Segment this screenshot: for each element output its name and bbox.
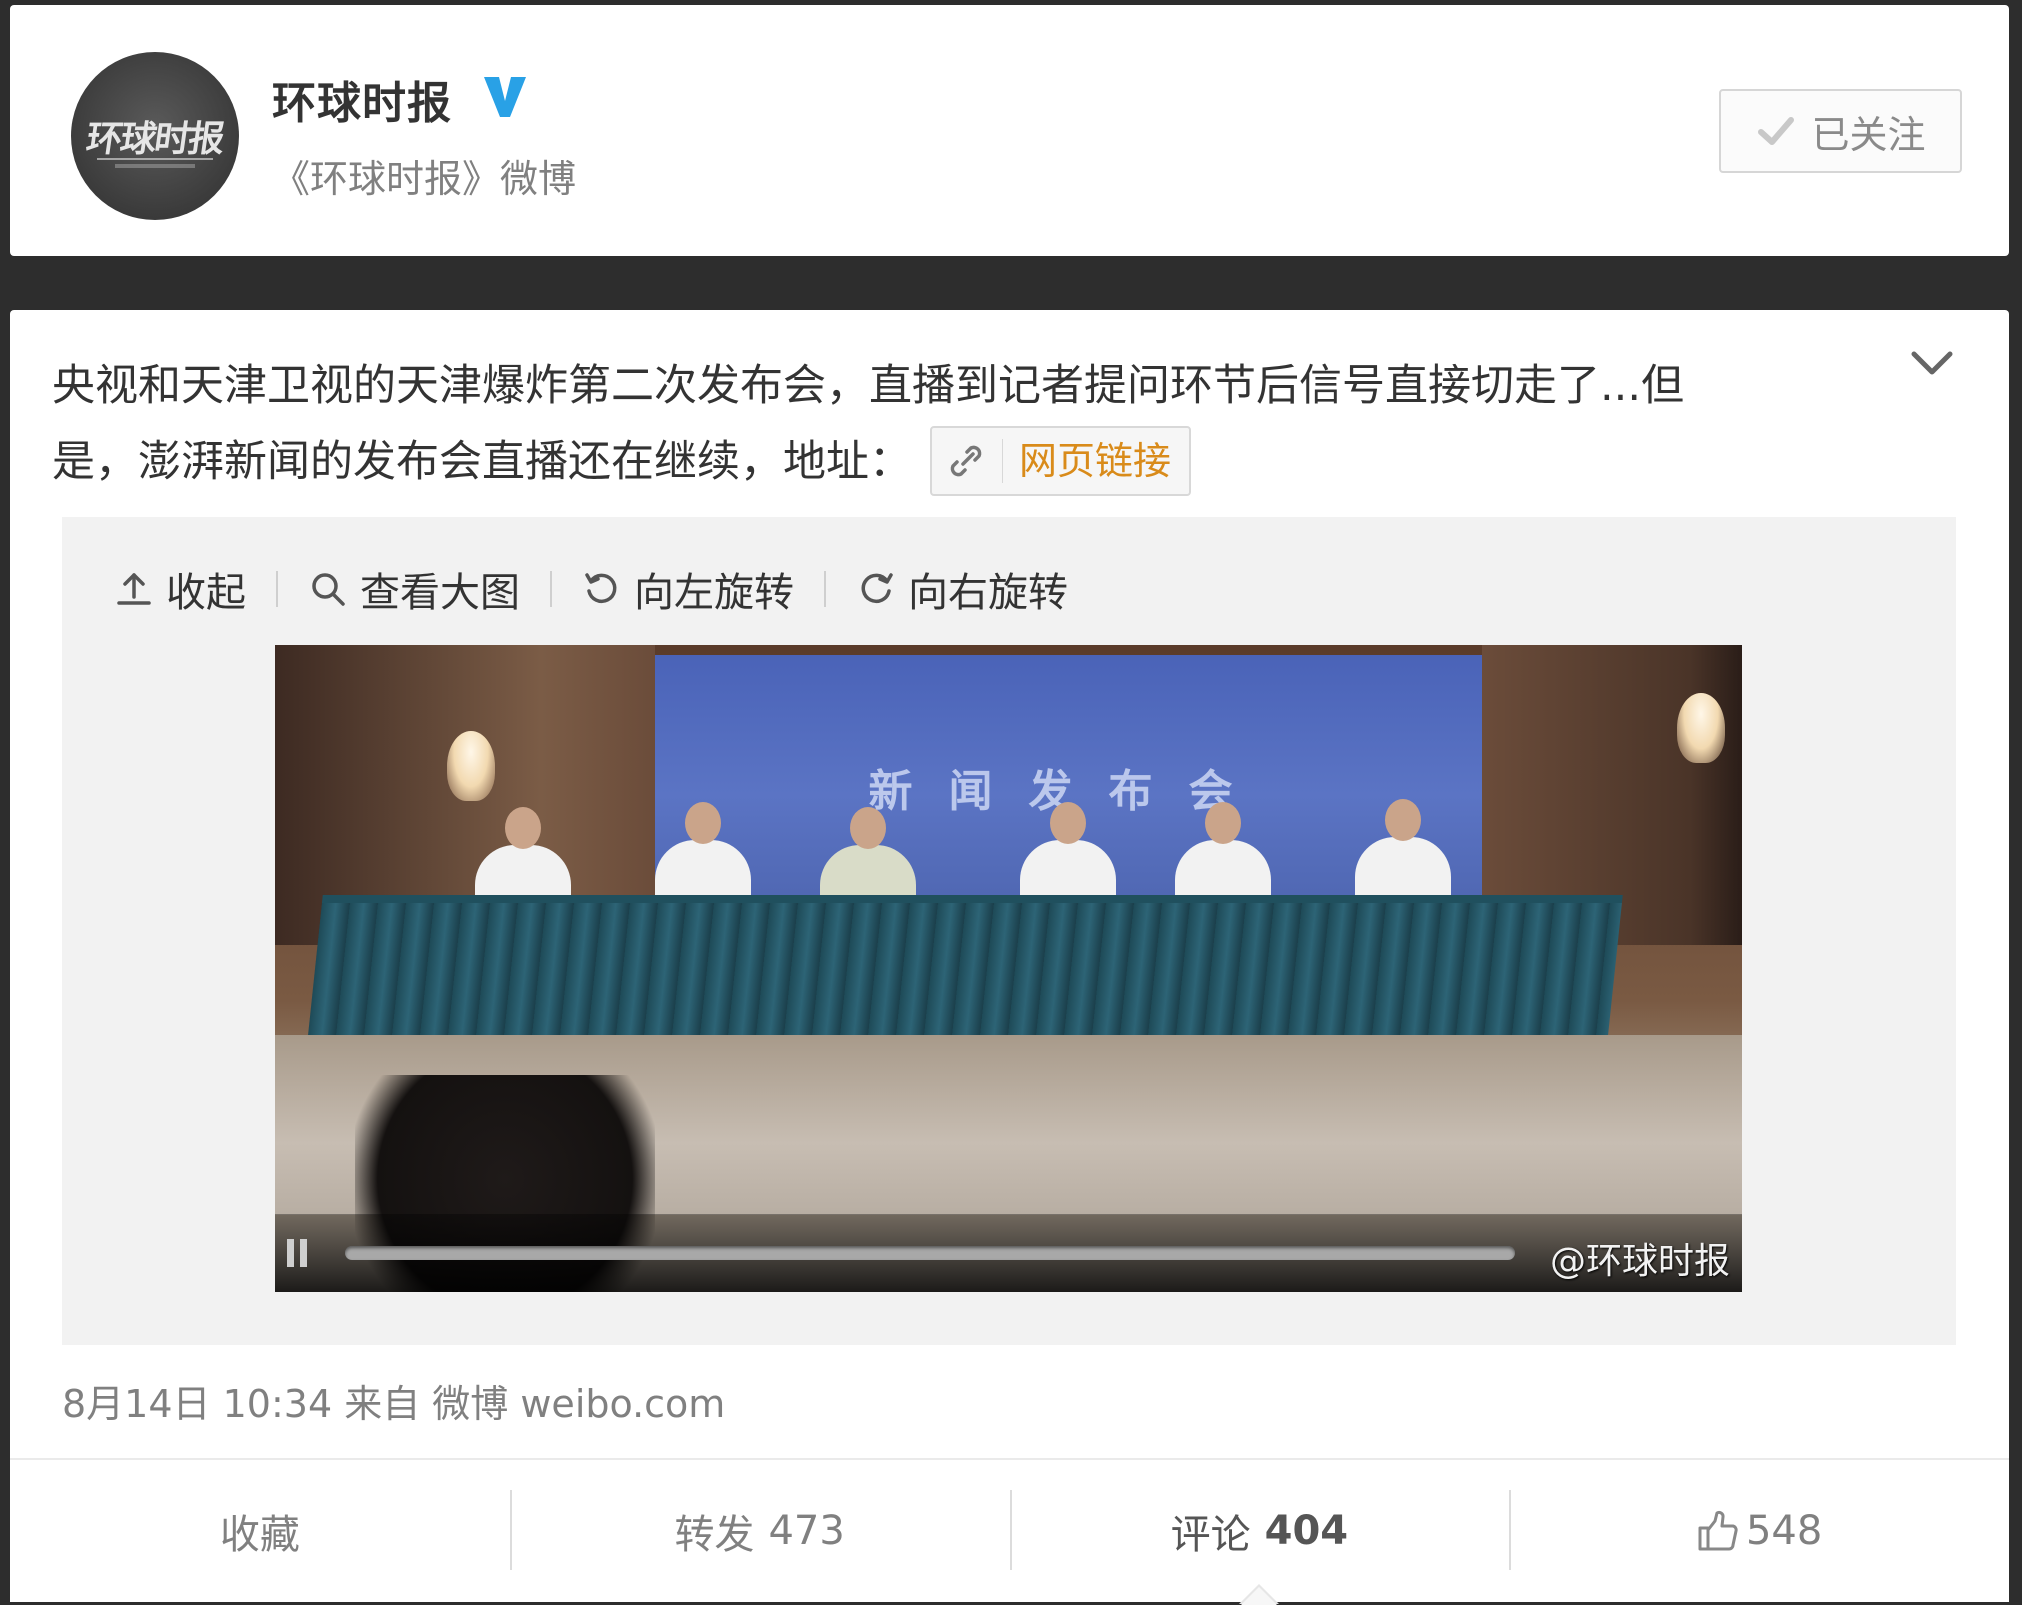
favorite-button[interactable]: 收藏: [10, 1460, 510, 1602]
verified-icon: [484, 77, 526, 117]
repost-button[interactable]: 转发 473: [509, 1460, 1010, 1602]
follow-button-label: 已关注: [1811, 112, 1926, 157]
pause-icon[interactable]: [285, 1236, 309, 1270]
avatar[interactable]: 环球时报: [71, 52, 239, 220]
video-scene-lamp: [447, 731, 495, 801]
comment-label: 评论: [1170, 1512, 1251, 1558]
like-button[interactable]: 548: [1509, 1460, 2009, 1602]
profile-card: 环球时报 环球时报 《环球时报》微博 已关注: [10, 5, 2009, 256]
post-action-bar: 收藏 转发 473 评论 404 548: [10, 1458, 2009, 1605]
follow-button[interactable]: 已关注: [1719, 89, 1962, 173]
avatar-logo-text: 环球时报: [83, 118, 226, 160]
repost-label: 转发: [674, 1512, 755, 1558]
comment-count: 404: [1264, 1508, 1349, 1554]
upload-icon: [117, 573, 151, 605]
video-scene-table: [307, 895, 1623, 1043]
video-progress-bar[interactable]: [345, 1246, 1515, 1260]
media-panel: 收起 查看大图 向左旋转 向右旋转 新闻发布会 @环球时报: [62, 517, 1956, 1345]
post-meta: 8月14日 10:34 来自 微博 weibo.com: [62, 1382, 726, 1426]
avatar-logo-sub: [71, 164, 239, 168]
rotate-right-icon: [861, 573, 893, 604]
post-text: 央视和天津卫视的天津爆炸第二次发布会，直播到记者提问环节后信号直接切走了...但…: [52, 348, 1852, 500]
like-count: 548: [1745, 1508, 1823, 1554]
web-link-chip[interactable]: 网页链接: [930, 425, 1192, 496]
link-icon: [950, 445, 982, 476]
toolbar-separator: [276, 571, 278, 607]
rotate-right-label: 向右旋转: [908, 570, 1068, 616]
post-text-line-2: 是，澎湃新闻的发布会直播还在继续，地址： 网页链接: [52, 424, 1852, 500]
profile-description: 《环球时报》微博: [272, 157, 577, 201]
check-icon: [1758, 117, 1795, 145]
rotate-right-button[interactable]: 向右旋转: [856, 560, 1068, 618]
video-watermark: @环球时报: [1549, 1241, 1730, 1282]
comment-button[interactable]: 评论 404: [1009, 1460, 1510, 1605]
avatar-logo-line: [97, 158, 213, 160]
favorite-label: 收藏: [219, 1512, 300, 1558]
profile-name[interactable]: 环球时报: [272, 67, 452, 131]
toolbar-separator: [550, 571, 552, 607]
video-player[interactable]: 新闻发布会 @环球时报: [275, 645, 1742, 1292]
collapse-label: 收起: [166, 570, 246, 616]
search-icon: [312, 573, 345, 606]
toolbar-separator: [824, 571, 826, 607]
post-text-line-2-content: 是，澎湃新闻的发布会直播还在继续，地址：: [52, 437, 912, 487]
view-large-button[interactable]: 查看大图: [308, 560, 520, 618]
post-text-line-1: 央视和天津卫视的天津爆炸第二次发布会，直播到记者提问环节后信号直接切走了...但: [52, 361, 1685, 411]
link-chip-divider: [1002, 438, 1003, 483]
media-toolbar: 收起 查看大图 向左旋转 向右旋转: [114, 557, 1068, 621]
collapse-button[interactable]: 收起: [114, 560, 246, 618]
video-scene-lamp: [1677, 693, 1725, 763]
video-controls: @环球时报: [275, 1214, 1742, 1292]
chevron-down-icon[interactable]: [1908, 346, 1956, 380]
thumbs-up-icon: [1698, 1510, 1738, 1551]
view-large-label: 查看大图: [360, 570, 520, 616]
web-link-label: 网页链接: [1019, 438, 1172, 483]
rotate-left-label: 向左旋转: [634, 570, 794, 616]
repost-count: 473: [768, 1508, 845, 1554]
active-tab-caret: [1239, 1584, 1280, 1605]
rotate-left-icon: [585, 573, 617, 604]
rotate-left-button[interactable]: 向左旋转: [582, 560, 794, 618]
